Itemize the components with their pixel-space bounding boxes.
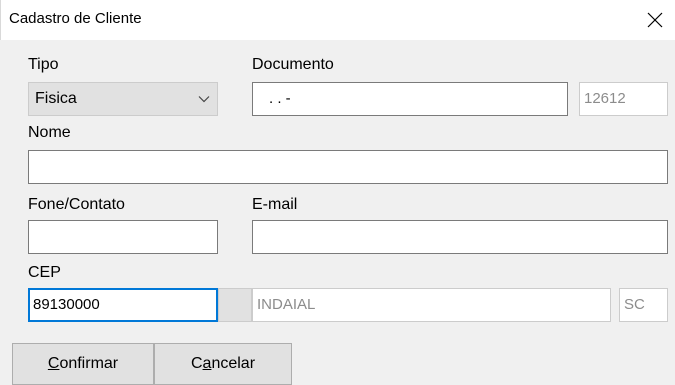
cliente-codigo-field: 12612 <box>579 82 668 116</box>
title-bar: Cadastro de Cliente <box>0 0 675 40</box>
confirmar-button[interactable]: Confirmar <box>12 343 154 385</box>
documento-label: Documento <box>252 56 334 73</box>
confirmar-mnemonic: C <box>47 355 60 372</box>
cidade-field: INDAIAL <box>252 288 611 322</box>
nome-label: Nome <box>28 124 71 141</box>
confirmar-label-rest: onfirmar <box>59 355 119 372</box>
fone-label: Fone/Contato <box>28 196 125 213</box>
dialog-window: Cadastro de Cliente Tipo Fisica Document… <box>0 0 675 385</box>
tipo-label: Tipo <box>28 56 59 73</box>
close-icon <box>647 12 663 28</box>
close-button[interactable] <box>635 0 675 40</box>
cancelar-label-start: C <box>190 355 203 372</box>
cancelar-label-rest: ncelar <box>211 355 256 372</box>
cancelar-button[interactable]: Cancelar <box>154 343 292 385</box>
chevron-down-icon <box>197 83 211 115</box>
window-title: Cadastro de Cliente <box>9 10 142 27</box>
uf-field: SC <box>619 288 668 322</box>
fone-field[interactable] <box>28 220 218 254</box>
cep-label: CEP <box>28 264 61 281</box>
tipo-selected-value: Fisica <box>35 90 77 107</box>
documento-field[interactable]: . . - <box>252 82 568 116</box>
email-label: E-mail <box>252 196 298 213</box>
cep-lookup-button[interactable] <box>218 288 252 322</box>
email-field[interactable] <box>252 220 668 254</box>
nome-field[interactable] <box>28 150 668 184</box>
cep-field[interactable]: 89130000 <box>28 288 218 322</box>
tipo-select[interactable]: Fisica <box>28 82 218 116</box>
